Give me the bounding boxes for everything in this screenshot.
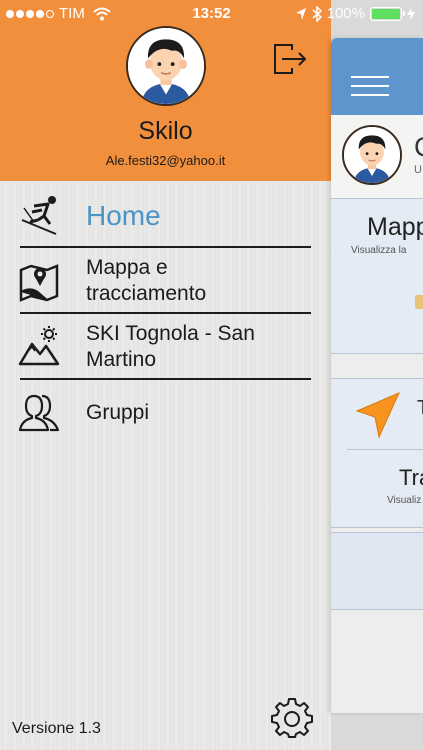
card-header-fragment: T — [417, 397, 423, 420]
main-profile-name: C — [414, 132, 423, 163]
battery-percent: 100% — [326, 5, 365, 22]
charging-icon — [407, 6, 415, 21]
menu-item-label: Mappa e tracciamento — [86, 256, 207, 305]
profile-email: Ale.festi32@yahoo.it — [105, 153, 226, 168]
location-arrow-icon — [295, 7, 306, 20]
menu-item-home[interactable]: Home — [0, 182, 331, 248]
drawer-menu: Home Mappa e tracciamento SKI Tognola - … — [0, 182, 331, 444]
map-thumbnail-icon — [415, 295, 423, 309]
card-subtitle: Visualiz — [387, 495, 422, 506]
logout-icon[interactable] — [272, 42, 308, 76]
profile-name: Skilo — [138, 117, 193, 145]
tracciamento-card[interactable]: T Tra Visualiz — [331, 378, 423, 528]
group-icon — [18, 394, 60, 432]
main-content-peek[interactable]: C U Mapp Visualizza la T Tra Visualiz — [331, 38, 423, 713]
avatar-illustration — [344, 127, 400, 183]
status-bar: TIM 13:52 100% — [0, 0, 423, 28]
gear-icon[interactable] — [271, 696, 313, 738]
app-version: Versione 1.3 — [12, 720, 101, 737]
menu-item-label: Gruppi — [86, 401, 150, 424]
menu-item-ski-tognola[interactable]: SKI Tognola - San Martino — [0, 314, 331, 380]
menu-item-gruppi[interactable]: Gruppi — [0, 380, 331, 444]
map-pin-icon — [19, 264, 59, 302]
side-drawer: Skilo Ale.festi32@yahoo.it Home Mappa e … — [0, 0, 331, 750]
menu-item-label: SKI Tognola - San Martino — [86, 322, 255, 371]
navigation-arrow-icon — [355, 392, 400, 439]
card-title: Mapp — [367, 213, 423, 241]
avatar[interactable] — [126, 26, 206, 106]
bluetooth-icon — [312, 5, 322, 22]
card-subtitle: Visualizza la — [351, 245, 407, 256]
skier-icon — [21, 196, 57, 235]
main-navbar — [331, 38, 423, 115]
hamburger-icon[interactable] — [351, 76, 389, 96]
mappa-card[interactable]: Mapp Visualizza la — [331, 198, 423, 354]
card-title: Tra — [399, 465, 423, 490]
main-profile-subtitle: U — [414, 164, 422, 176]
card-divider — [347, 449, 423, 450]
menu-item-mappa[interactable]: Mappa e tracciamento — [0, 248, 331, 314]
avatar — [342, 125, 402, 185]
menu-item-label: Home — [86, 200, 161, 231]
battery-icon — [370, 6, 405, 21]
empty-card[interactable] — [331, 532, 423, 610]
mountain-icon — [18, 326, 60, 366]
avatar-illustration — [128, 28, 204, 104]
